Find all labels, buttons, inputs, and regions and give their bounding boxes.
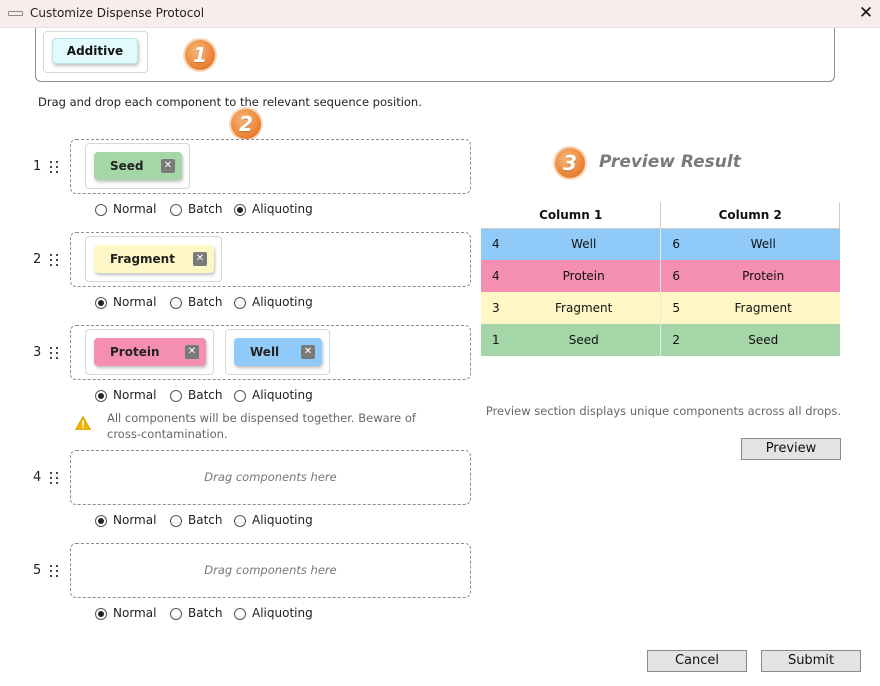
radio-circle	[170, 204, 182, 216]
preview-row: 3 Fragment 5 Fragment	[481, 292, 840, 324]
radio-circle	[170, 608, 182, 620]
sequence-number: 1	[33, 159, 42, 174]
column-1-header: Column 1	[481, 202, 662, 229]
drop-placeholder: Drag components here	[204, 470, 337, 484]
radio-label: Batch	[188, 513, 223, 527]
radio-label: Batch	[188, 388, 223, 402]
step-3-badge: 3	[555, 148, 585, 178]
component-chip-label: Fragment	[110, 252, 175, 266]
radio-circle	[170, 390, 182, 402]
drag-handle-icon[interactable]	[50, 347, 59, 361]
preview-cell: Well	[750, 237, 776, 252]
radio-label: Normal	[113, 606, 157, 620]
preview-table: Column 1 Column 2 4 Well 6 Well 4 Protein 6 Pro…	[481, 202, 840, 356]
preview-cell: Seed	[507, 324, 662, 356]
preview-header-row: Column 1 Column 2	[481, 202, 840, 229]
preview-button[interactable]: Preview	[741, 438, 841, 460]
sequence-number: 2	[33, 252, 42, 267]
step-1-badge: 1	[185, 40, 215, 70]
drag-handle-icon[interactable]	[50, 161, 59, 175]
preview-row: 4 Protein 6 Protein	[481, 260, 840, 292]
radio-label: Normal	[113, 513, 157, 527]
window-menu-icon[interactable]	[8, 11, 23, 16]
preview-cell: 2	[672, 333, 681, 347]
drag-handle-icon[interactable]	[50, 254, 59, 268]
close-icon[interactable]: ✕	[856, 2, 876, 24]
radio-circle	[170, 297, 182, 309]
radio-circle	[234, 608, 246, 620]
radio-label: Aliquoting	[252, 295, 313, 309]
palette-chip-additive[interactable]: Additive	[52, 38, 138, 64]
drop-zone[interactable]: Drag components here	[70, 543, 471, 598]
radio-circle	[95, 608, 107, 620]
radio-circle	[234, 204, 246, 216]
radio-label: Normal	[113, 295, 157, 309]
preview-row: 1 Seed 2 Seed	[481, 324, 840, 356]
radio-circle	[95, 297, 107, 309]
preview-cell: Fragment	[734, 301, 792, 315]
preview-cell: Protein	[507, 260, 662, 292]
remove-component-icon[interactable]: ✕	[193, 252, 207, 266]
remove-component-icon[interactable]: ✕	[301, 345, 315, 359]
remove-component-icon[interactable]: ✕	[161, 159, 175, 173]
radio-circle	[234, 515, 246, 527]
cancel-button[interactable]: Cancel	[647, 650, 747, 672]
component-chip-label: Seed	[110, 159, 144, 173]
step-2-badge: 2	[231, 109, 261, 139]
radio-label: Batch	[188, 606, 223, 620]
component-chip-label: Well	[250, 345, 280, 359]
preview-cell: Seed	[748, 333, 779, 347]
preview-cell: Fragment	[507, 292, 662, 324]
radio-circle	[234, 297, 246, 309]
remove-component-icon[interactable]: ✕	[185, 345, 199, 359]
component-chip[interactable]: Well ✕	[234, 338, 322, 366]
column-2-header: Column 2	[660, 202, 840, 229]
preview-cell: Well	[507, 228, 662, 260]
cross-contamination-warning: All components will be dispensed togethe…	[107, 411, 416, 441]
radio-label: Batch	[188, 295, 223, 309]
radio-label: Normal	[113, 388, 157, 402]
radio-label: Aliquoting	[252, 606, 313, 620]
radio-circle	[234, 390, 246, 402]
preview-row: 4 Well 6 Well	[481, 228, 840, 260]
preview-cell: 6	[672, 237, 681, 252]
radio-label: Batch	[188, 202, 223, 216]
preview-cell: Protein	[742, 269, 785, 283]
instruction-text: Drag and drop each component to the rele…	[38, 95, 422, 109]
radio-label: Aliquoting	[252, 388, 313, 402]
sequence-number: 5	[33, 563, 42, 578]
preview-note: Preview section displays unique componen…	[485, 404, 841, 418]
title-bar: Customize Dispense Protocol ✕	[0, 0, 880, 28]
preview-cell: 5	[672, 301, 681, 315]
preview-cell: 3	[492, 301, 500, 315]
preview-title: Preview Result	[599, 152, 741, 172]
radio-circle	[95, 390, 107, 402]
drag-handle-icon[interactable]	[50, 565, 59, 579]
warning-icon	[75, 416, 91, 430]
preview-cell: 1	[492, 333, 500, 347]
component-chip[interactable]: Fragment ✕	[94, 245, 214, 273]
radio-circle	[95, 204, 107, 216]
preview-cell: 4	[492, 237, 500, 252]
drop-placeholder: Drag components here	[204, 563, 337, 577]
component-palette	[35, 28, 835, 82]
radio-circle	[170, 515, 182, 527]
radio-label: Normal	[113, 202, 157, 216]
sequence-number: 3	[33, 345, 42, 360]
radio-label: Aliquoting	[252, 513, 313, 527]
component-chip[interactable]: Seed ✕	[94, 152, 182, 180]
submit-button[interactable]: Submit	[761, 650, 861, 672]
radio-circle	[95, 515, 107, 527]
drag-handle-icon[interactable]	[50, 472, 59, 486]
radio-label: Aliquoting	[252, 202, 313, 216]
preview-cell: 4	[492, 269, 500, 283]
component-chip-label: Protein	[110, 345, 160, 359]
window-title: Customize Dispense Protocol	[30, 6, 205, 20]
preview-cell: 6	[672, 269, 681, 283]
drop-zone[interactable]: Drag components here	[70, 450, 471, 505]
sequence-number: 4	[33, 470, 42, 485]
component-chip[interactable]: Protein ✕	[94, 338, 206, 366]
